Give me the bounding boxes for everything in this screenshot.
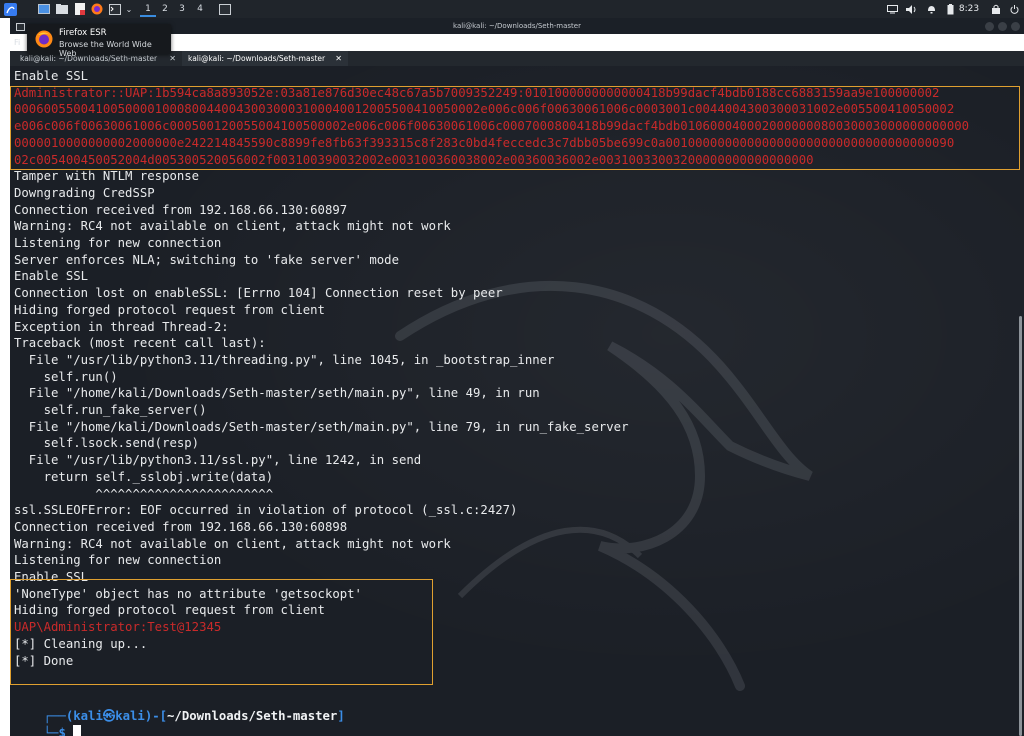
workspace-4[interactable]: 4 — [192, 1, 208, 17]
workspace-2[interactable]: 2 — [157, 1, 173, 17]
tab-2[interactable]: kali@kali: ~/Downloads/Seth-master ✕ — [182, 51, 348, 66]
text-cursor — [73, 724, 82, 736]
prompt-corner-bottom: └─ — [43, 725, 59, 736]
terminal-line: Listening for new connection — [14, 236, 222, 250]
minimize-button[interactable] — [985, 22, 994, 31]
tooltip-subtitle: Browse the World Wide Web — [59, 40, 152, 58]
prompt-host: kali — [115, 708, 145, 723]
terminal-output[interactable]: Enable SSL Administrator::UAP:1b594ca8a89… — [10, 66, 1024, 736]
power-icon[interactable] — [1008, 2, 1020, 16]
display-icon[interactable] — [885, 2, 899, 16]
menu-file[interactable]: Fi — [14, 38, 20, 47]
files-icon[interactable] — [55, 2, 69, 16]
terminal-line: Traceback (most recent call last): — [14, 336, 266, 351]
workspace-3[interactable]: 3 — [174, 1, 190, 17]
terminal-scrollbar[interactable] — [1019, 316, 1022, 736]
prompt-symbol: $ — [58, 725, 66, 736]
window-terminal-icon — [13, 20, 27, 34]
workspace-1[interactable]: 1 — [140, 1, 156, 17]
maximize-button[interactable] — [998, 22, 1007, 31]
firefox-logo-icon — [35, 30, 53, 52]
terminal-line: Warning: RC4 not available on client, at… — [14, 536, 451, 551]
prompt-line-2[interactable]: └─$ — [14, 708, 82, 736]
terminal-line: ssl.SSLEOFError: EOF occurred in violati… — [14, 503, 518, 518]
clock[interactable]: 8:23 — [958, 2, 980, 16]
lock-icon[interactable] — [990, 2, 1002, 16]
terminal-line: Connection lost on enableSSL: [Errno 104… — [14, 286, 503, 301]
terminal-line: self.run_fake_server() — [14, 403, 207, 417]
terminal-line: return self._sslobj.write(data) — [14, 469, 274, 484]
terminal-line: Tamper with NTLM response — [14, 169, 200, 184]
terminal-line: File "/home/kali/Downloads/Seth-master/s… — [14, 419, 629, 434]
prompt-mid: )-[ — [144, 708, 168, 723]
terminal-line: self.lsock.send(resp) — [14, 436, 200, 451]
tooltip-title: Firefox ESR — [59, 28, 107, 38]
battery-icon[interactable] — [943, 2, 957, 16]
tab-2-close-icon[interactable]: ✕ — [335, 51, 342, 66]
kali-menu-icon[interactable] — [3, 2, 17, 16]
prompt-close-bracket: ] — [337, 708, 345, 723]
taskbar-terminal-icon[interactable] — [218, 2, 232, 16]
volume-icon[interactable] — [904, 2, 918, 16]
prompt-at: ㉿ — [102, 708, 116, 723]
tab-2-label: kali@kali: ~/Downloads/Seth-master — [188, 54, 326, 63]
top-panel: ⌄ 1 2 3 4 8:23 — [0, 0, 1024, 18]
terminal-line: Enable SSL — [14, 269, 89, 284]
notification-bell-icon[interactable] — [924, 2, 938, 16]
terminal-line: Connection received from 192.168.66.130:… — [14, 519, 348, 534]
desktop-icon[interactable] — [37, 2, 51, 16]
terminal-line: Hiding forged protocol request from clie… — [14, 302, 325, 317]
terminal-line: Connection received from 192.168.66.130:… — [14, 202, 348, 217]
terminal-line: File "/usr/lib/python3.11/ssl.py", line … — [14, 453, 422, 468]
prompt-path: ~/Downloads/Seth-master — [167, 708, 338, 723]
terminal-line: File "/usr/lib/python3.11/threading.py",… — [14, 352, 555, 367]
firefox-icon[interactable] — [90, 2, 104, 16]
terminal-line: File "/home/kali/Downloads/Seth-master/s… — [14, 386, 540, 401]
terminal-line: Enable SSL — [14, 69, 89, 83]
terminal-line: Downgrading CredSSP — [14, 185, 155, 200]
terminal-line: ^^^^^^^^^^^^^^^^^^^^^^^^ — [14, 486, 274, 501]
text-editor-icon[interactable] — [73, 2, 87, 16]
chevron-down-icon[interactable]: ⌄ — [122, 2, 136, 16]
credential-highlight-box — [10, 579, 433, 685]
close-button[interactable] — [1011, 22, 1020, 31]
hash-highlight-box — [10, 86, 1020, 170]
terminal-line: Exception in thread Thread-2: — [14, 319, 229, 334]
terminal-icon[interactable] — [108, 2, 122, 16]
terminal-line: Warning: RC4 not available on client, at… — [14, 219, 451, 234]
terminal-line: self.run() — [14, 369, 118, 384]
terminal-line: Listening for new connection — [14, 553, 222, 568]
terminal-line: Server enforces NLA; switching to 'fake … — [14, 252, 399, 267]
firefox-tooltip: Firefox ESR Browse the World Wide Web — [27, 24, 171, 58]
